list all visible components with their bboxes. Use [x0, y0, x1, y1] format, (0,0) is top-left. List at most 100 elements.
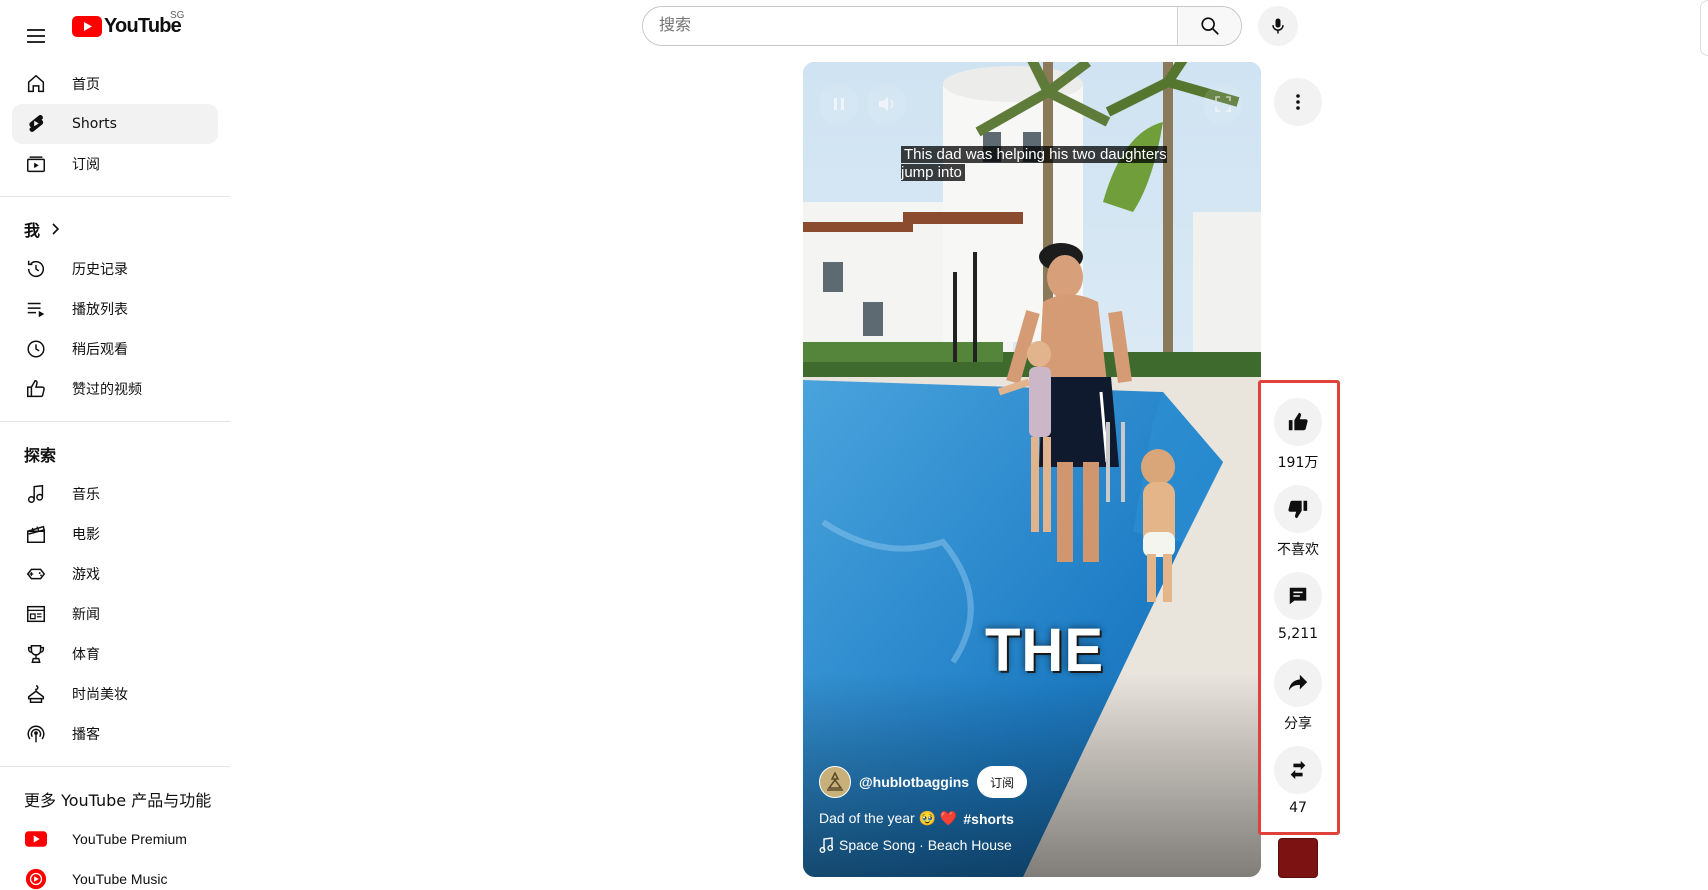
home-icon: [24, 72, 48, 96]
sidebar-item-music[interactable]: 音乐: [12, 474, 218, 514]
youtube-premium-icon: [24, 827, 48, 851]
youtube-logo[interactable]: YouTube: [72, 14, 182, 38]
like-action: 191万: [1274, 398, 1322, 472]
section-title: 更多 YouTube 产品与功能: [24, 791, 212, 810]
sidebar-divider: [0, 421, 230, 422]
comment-count: 5,211: [1277, 626, 1319, 642]
sidebar-item-label: YouTube Premium: [72, 831, 187, 847]
volume-button[interactable]: [867, 84, 907, 124]
music-note-icon: [819, 837, 833, 853]
sidebar-item-label: 电影: [72, 527, 100, 543]
pause-icon: [834, 98, 844, 110]
music-icon: [24, 482, 48, 506]
share-action: 分享: [1274, 659, 1322, 733]
news-icon: [24, 602, 48, 626]
sound-title: Space Song · Beach House: [839, 837, 1012, 853]
movies-icon: [24, 522, 48, 546]
sidebar-item-label: 体育: [72, 647, 100, 663]
channel-row: @hublotbaggins 订阅: [819, 766, 1245, 798]
subscribe-button[interactable]: 订阅: [977, 766, 1028, 798]
fashion-icon: [24, 682, 48, 706]
sidebar-divider: [0, 196, 230, 197]
guide-sidebar: 首页 Shorts 订阅 我 历史记录 播放列表 稍后观看 赞过的视频 探索 音…: [0, 56, 230, 890]
youtube-music-icon: [24, 867, 48, 890]
sidebar-item-history[interactable]: 历史记录: [12, 249, 218, 289]
sports-icon: [24, 642, 48, 666]
channel-avatar[interactable]: [819, 766, 851, 798]
sound-thumbnail[interactable]: [1278, 838, 1318, 878]
liked-videos-icon: [24, 377, 48, 401]
sidebar-item-movies[interactable]: 电影: [12, 514, 218, 554]
guide-menu-button[interactable]: [16, 16, 56, 56]
sidebar-item-youtube-premium[interactable]: YouTube Premium: [12, 819, 218, 859]
sidebar-item-liked-videos[interactable]: 赞过的视频: [12, 369, 218, 409]
sidebar-item-label: 订阅: [72, 157, 100, 173]
microphone-icon: [1272, 18, 1284, 34]
sidebar-item-label: 游戏: [72, 567, 100, 583]
share-label: 分享: [1284, 716, 1312, 732]
short-metadata: @hublotbaggins 订阅 Dad of the year 🥹 ❤️ #…: [819, 766, 1245, 853]
section-title: 探索: [24, 446, 57, 465]
caption-text: This dad was helping his two daughters j…: [901, 146, 1167, 181]
channel-avatar-icon: [827, 771, 843, 791]
sidebar-item-subscriptions[interactable]: 订阅: [12, 144, 218, 184]
search-box: [642, 6, 1242, 46]
pause-button[interactable]: [819, 84, 859, 124]
sidebar-item-label: 时尚美妆: [72, 687, 128, 703]
search-button[interactable]: [1177, 7, 1241, 45]
sidebar-item-playlists[interactable]: 播放列表: [12, 289, 218, 329]
sidebar-section-you[interactable]: 我: [12, 209, 218, 249]
comments-button[interactable]: [1274, 572, 1322, 620]
sidebar-item-youtube-music[interactable]: YouTube Music: [12, 859, 218, 890]
sidebar-item-sports[interactable]: 体育: [12, 634, 218, 674]
section-title: 我: [24, 221, 41, 240]
share-button[interactable]: [1274, 659, 1322, 707]
sidebar-item-label: 赞过的视频: [72, 382, 142, 398]
remix-icon: [1290, 760, 1306, 780]
sidebar-item-home[interactable]: 首页: [12, 64, 218, 104]
sidebar-item-label: 播放列表: [72, 302, 128, 318]
search-input[interactable]: [643, 7, 1177, 45]
watch-later-icon: [24, 337, 48, 361]
sidebar-item-gaming[interactable]: 游戏: [12, 554, 218, 594]
short-title[interactable]: Dad of the year 🥹 ❤️ #shorts: [819, 810, 1245, 827]
volume-icon: [879, 97, 894, 111]
youtube-logo-icon: [72, 15, 102, 37]
sidebar-item-shorts[interactable]: Shorts: [12, 104, 218, 144]
dislike-label: 不喜欢: [1277, 542, 1319, 558]
remix-button[interactable]: [1274, 746, 1322, 794]
sidebar-item-fashion[interactable]: 时尚美妆: [12, 674, 218, 714]
sidebar-divider: [0, 766, 230, 767]
hamburger-icon: [27, 29, 45, 43]
sidebar-item-label: Shorts: [72, 116, 117, 132]
channel-name[interactable]: @hublotbaggins: [859, 774, 969, 790]
like-button[interactable]: [1274, 398, 1322, 446]
shorts-icon: [24, 112, 48, 136]
more-vert-icon: [1296, 94, 1300, 110]
sidebar-item-label: 播客: [72, 727, 100, 743]
podcasts-icon: [24, 722, 48, 746]
voice-search-button[interactable]: [1258, 6, 1298, 46]
dislike-button[interactable]: [1274, 485, 1322, 533]
video-caption: This dad was helping his two daughters j…: [901, 146, 1201, 182]
sound-link[interactable]: Space Song · Beach House: [819, 837, 1245, 853]
sidebar-item-label: 历史记录: [72, 262, 128, 278]
sidebar-item-label: 音乐: [72, 487, 100, 503]
sidebar-item-news[interactable]: 新闻: [12, 594, 218, 634]
hashtag-link[interactable]: #shorts: [963, 811, 1014, 827]
sidebar-item-watch-later[interactable]: 稍后观看: [12, 329, 218, 369]
sidebar-item-label: 稍后观看: [72, 342, 128, 358]
fullscreen-button[interactable]: [1203, 84, 1243, 124]
playlists-icon: [24, 297, 48, 321]
region-code: SG: [170, 10, 185, 21]
search-icon: [1200, 17, 1219, 35]
thumbs-up-icon: [1288, 412, 1308, 431]
dislike-action: 不喜欢: [1274, 485, 1322, 559]
sidebar-item-label: 新闻: [72, 607, 100, 623]
more-actions-button[interactable]: [1274, 78, 1322, 126]
thumbs-down-icon: [1288, 500, 1308, 519]
subscriptions-icon: [24, 152, 48, 176]
shorts-video-player[interactable]: This dad was helping his two daughters j…: [803, 62, 1261, 877]
sidebar-item-podcasts[interactable]: 播客: [12, 714, 218, 754]
remix-action: 47: [1274, 746, 1322, 816]
